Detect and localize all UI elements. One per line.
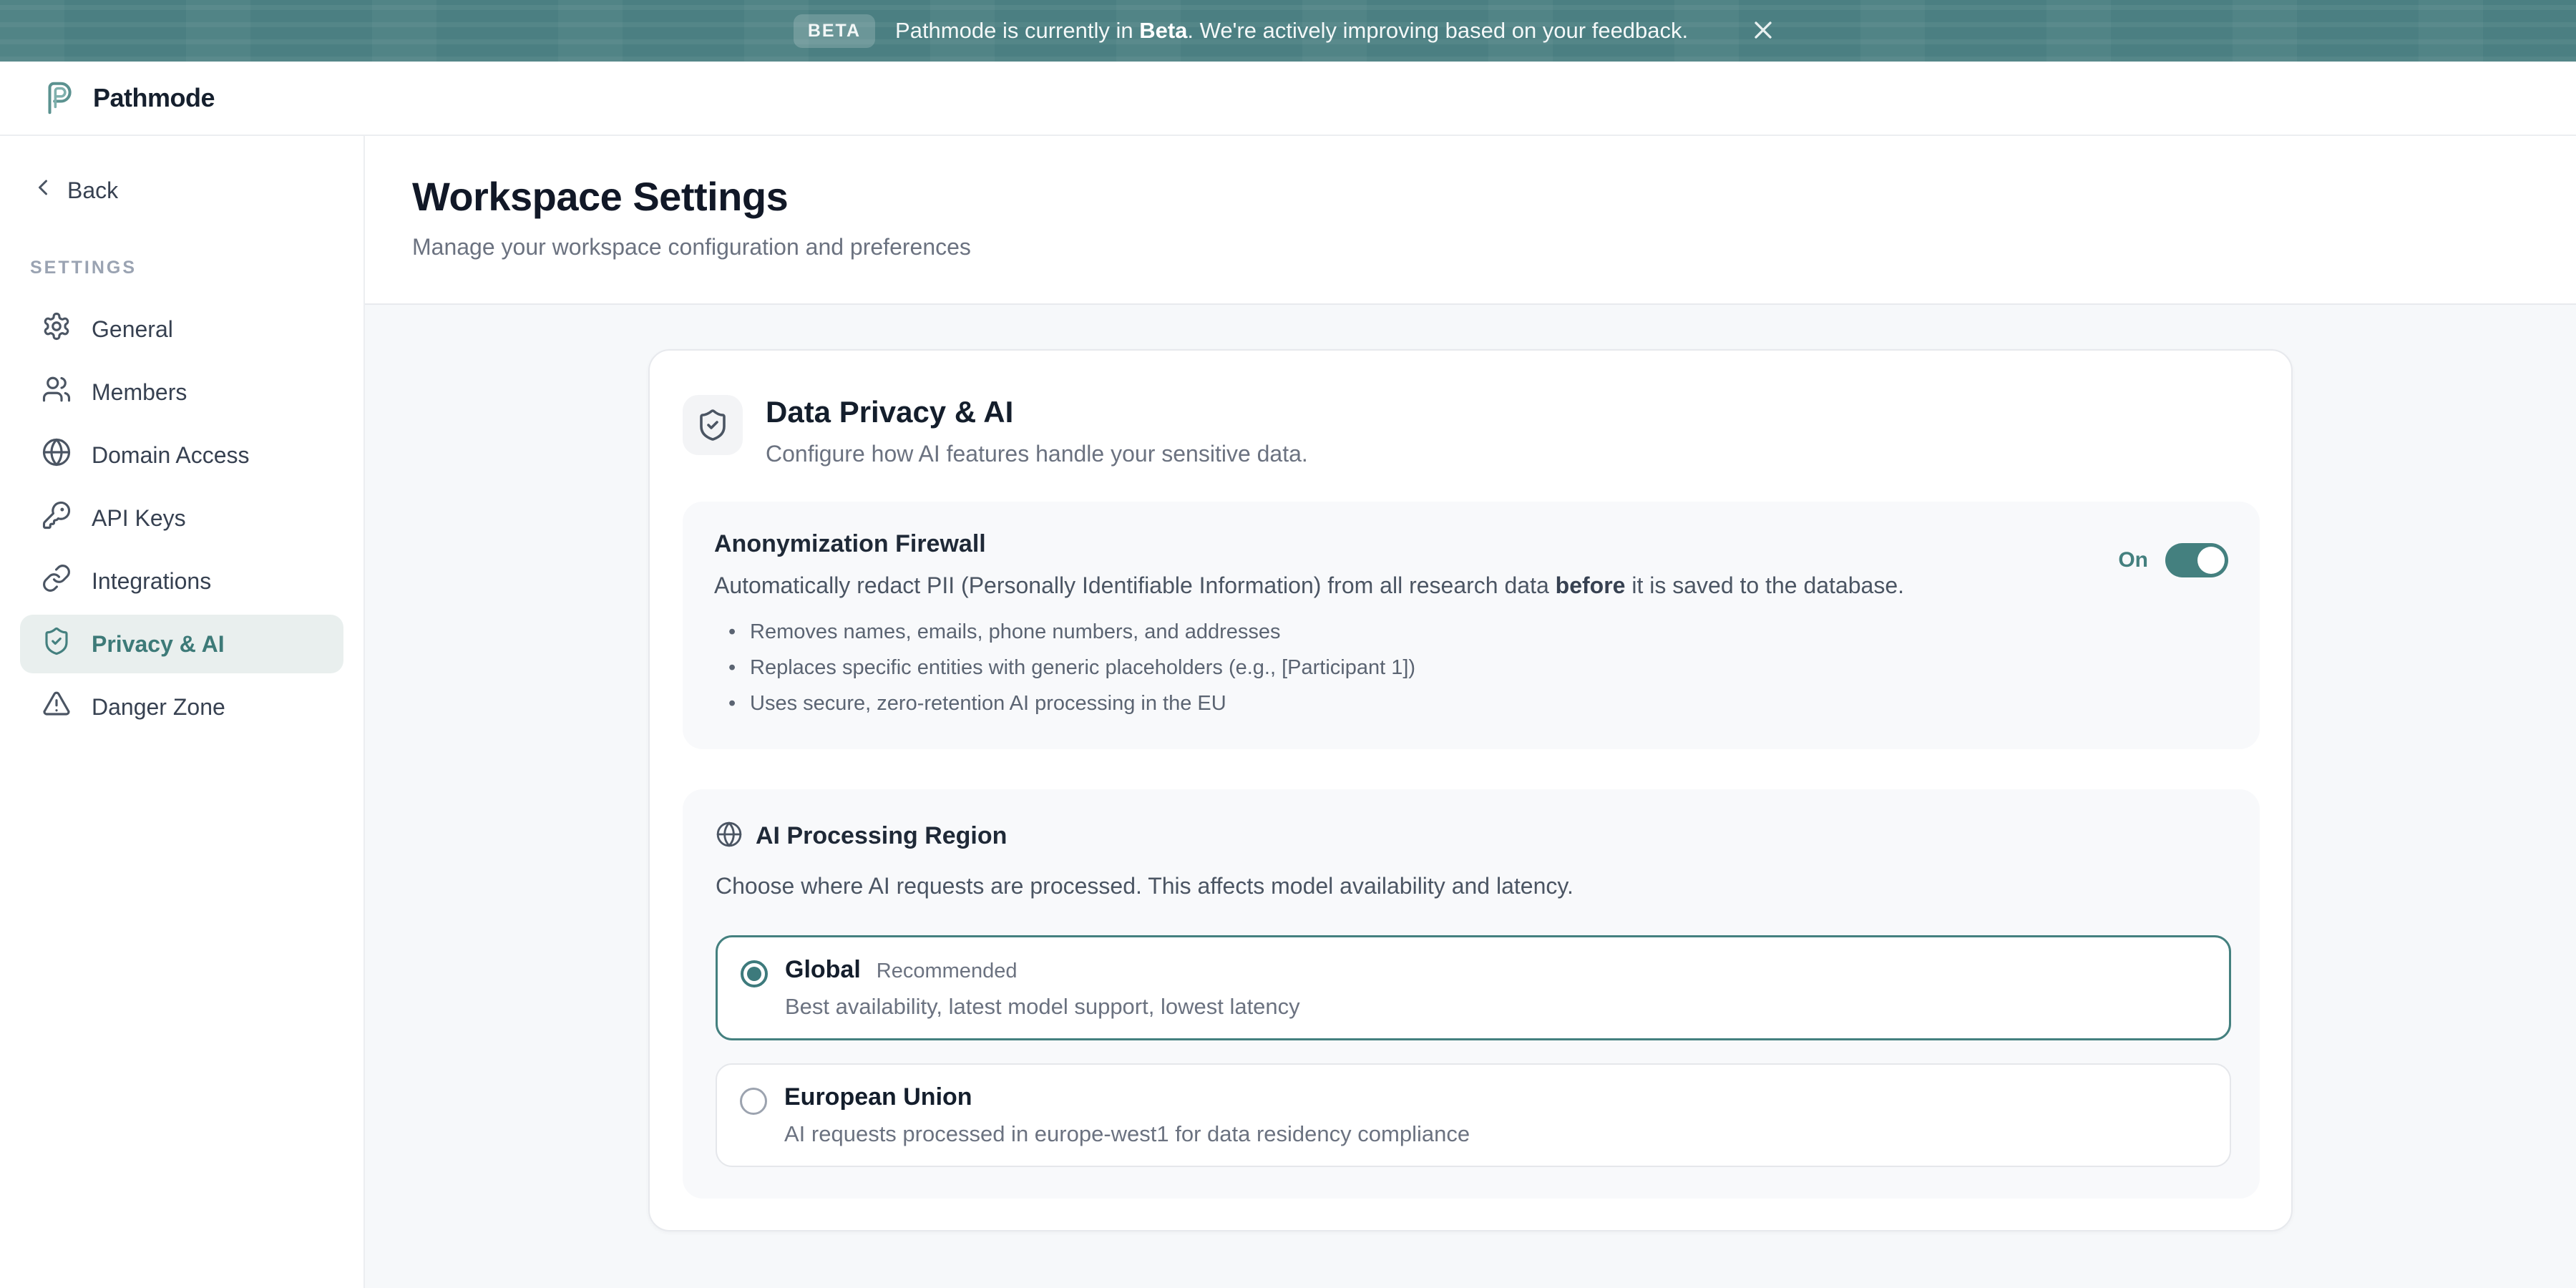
shield-check-icon: [42, 626, 72, 662]
sidebar-item-label: Danger Zone: [92, 694, 225, 721]
sidebar-item-danger-zone[interactable]: Danger Zone: [20, 678, 343, 736]
firewall-toggle-group: On: [2118, 543, 2228, 577]
brand-logo[interactable]: Pathmode: [40, 79, 215, 117]
firewall-bullet-list: Removes names, emails, phone numbers, an…: [724, 618, 2118, 718]
pathmode-logo-icon: [40, 79, 79, 117]
close-icon: [1749, 16, 1777, 47]
toggle-knob: [2197, 547, 2225, 574]
ai-processing-region-panel: AI Processing Region Choose where AI req…: [683, 789, 2260, 1199]
card-title: Data Privacy & AI: [766, 395, 1308, 429]
brand-name: Pathmode: [93, 83, 215, 113]
toggle-state-label: On: [2118, 548, 2148, 572]
option-recommended-badge: Recommended: [877, 960, 1018, 983]
warning-triangle-icon: [42, 689, 72, 725]
option-label: European Union: [784, 1083, 972, 1111]
firewall-bullet: Replaces specific entities with generic …: [724, 653, 2118, 682]
sidebar-item-label: API Keys: [92, 505, 186, 532]
sidebar-item-label: General: [92, 316, 173, 343]
firewall-toggle[interactable]: [2165, 543, 2228, 577]
sidebar-item-integrations[interactable]: Integrations: [20, 552, 343, 610]
radio-unselected-icon[interactable]: [740, 1088, 767, 1115]
back-button[interactable]: Back: [26, 167, 122, 213]
firewall-bullet: Removes names, emails, phone numbers, an…: [724, 618, 2118, 646]
page-header: Workspace Settings Manage your workspace…: [365, 136, 2576, 305]
globe-icon: [716, 821, 743, 852]
globe-icon: [42, 437, 72, 473]
sidebar-item-privacy-ai[interactable]: Privacy & AI: [20, 615, 343, 673]
sidebar-item-members[interactable]: Members: [20, 363, 343, 421]
page-subtitle: Manage your workspace configuration and …: [412, 234, 2529, 260]
beta-badge: BETA: [794, 14, 875, 48]
firewall-description: Automatically redact PII (Personally Ide…: [714, 572, 2118, 599]
gear-icon: [42, 311, 72, 347]
anonymization-firewall-panel: Anonymization Firewall Automatically red…: [683, 502, 2260, 749]
back-label: Back: [67, 177, 118, 204]
sidebar-item-label: Integrations: [92, 568, 211, 595]
option-label: Global: [785, 956, 861, 984]
banner-close-button[interactable]: [1744, 11, 1782, 50]
sidebar-item-domain-access[interactable]: Domain Access: [20, 426, 343, 484]
page-title: Workspace Settings: [412, 173, 2529, 220]
sidebar-item-label: Privacy & AI: [92, 631, 225, 658]
option-description: AI requests processed in europe-west1 fo…: [784, 1121, 1470, 1147]
option-content: European Union AI requests processed in …: [784, 1083, 1470, 1147]
radio-selected-icon[interactable]: [741, 960, 768, 987]
shield-check-icon: [683, 395, 743, 455]
card-subtitle: Configure how AI features handle your se…: [766, 441, 1308, 467]
beta-banner: BETA Pathmode is currently in Beta. We'r…: [0, 0, 2576, 62]
link-icon: [42, 563, 72, 599]
sidebar-item-label: Domain Access: [92, 442, 250, 469]
content-area: Data Privacy & AI Configure how AI featu…: [365, 305, 2576, 1288]
region-option-global[interactable]: Global Recommended Best availability, la…: [716, 935, 2231, 1040]
region-title: AI Processing Region: [756, 822, 1007, 850]
region-description: Choose where AI requests are processed. …: [716, 873, 2231, 899]
sidebar-item-label: Members: [92, 379, 187, 406]
firewall-bullet: Uses secure, zero-retention AI processin…: [724, 689, 2118, 718]
region-header: AI Processing Region: [716, 821, 2231, 852]
sidebar-item-api-keys[interactable]: API Keys: [20, 489, 343, 547]
sidebar-item-general[interactable]: General: [20, 300, 343, 358]
banner-message: Pathmode is currently in Beta. We're act…: [895, 18, 1688, 44]
key-icon: [42, 500, 72, 536]
card-header: Data Privacy & AI Configure how AI featu…: [683, 395, 2260, 467]
settings-section-label: SETTINGS: [30, 258, 343, 278]
firewall-title: Anonymization Firewall: [714, 530, 2118, 558]
card-header-text: Data Privacy & AI Configure how AI featu…: [766, 395, 1308, 467]
firewall-text: Anonymization Firewall Automatically red…: [714, 530, 2118, 718]
option-content: Global Recommended Best availability, la…: [785, 956, 1300, 1020]
users-icon: [42, 374, 72, 410]
region-option-european-union[interactable]: European Union AI requests processed in …: [716, 1063, 2231, 1167]
main-content: Workspace Settings Manage your workspace…: [365, 136, 2576, 1288]
chevron-left-icon: [30, 175, 56, 206]
option-description: Best availability, latest model support,…: [785, 994, 1300, 1020]
settings-sidebar: Back SETTINGS General Members Domain A: [0, 136, 365, 1288]
app-header: Pathmode: [0, 62, 2576, 136]
privacy-ai-card: Data Privacy & AI Configure how AI featu…: [648, 349, 2293, 1231]
